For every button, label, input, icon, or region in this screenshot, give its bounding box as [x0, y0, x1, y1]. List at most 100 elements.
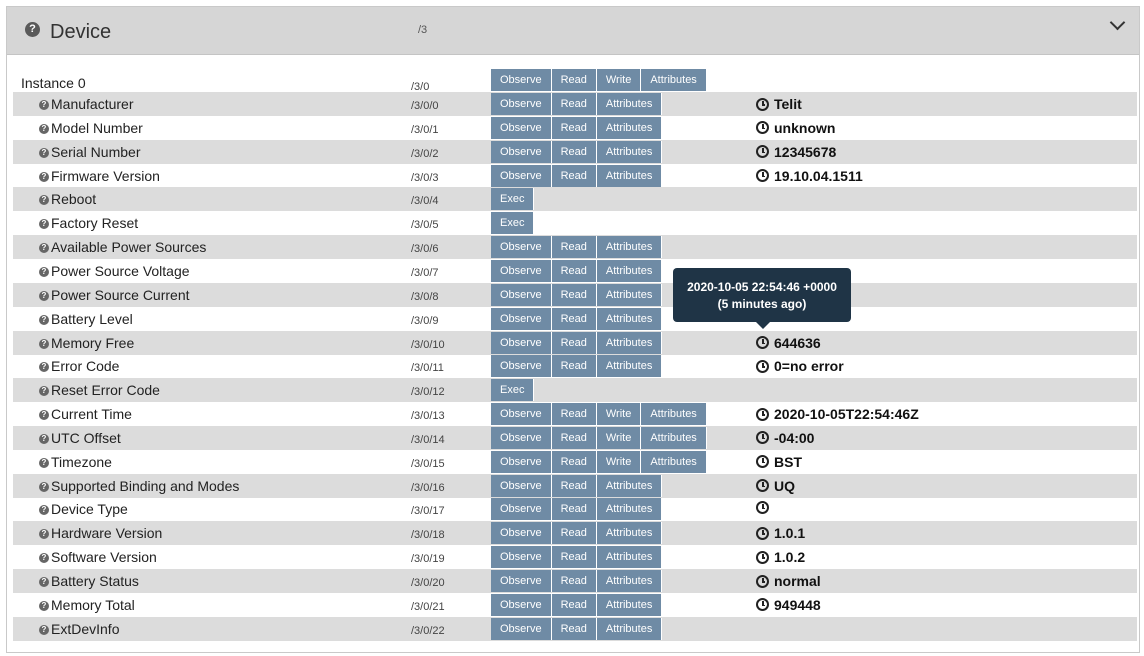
help-icon[interactable]: ?	[39, 577, 49, 587]
observe-button[interactable]: Observe	[491, 259, 552, 282]
attributes-button[interactable]: Attributes	[641, 450, 707, 473]
attributes-button[interactable]: Attributes	[596, 593, 663, 616]
clock-icon[interactable]	[756, 145, 769, 159]
attributes-button[interactable]: Attributes	[596, 283, 663, 306]
observe-button[interactable]: Observe	[491, 236, 552, 259]
observe-button[interactable]: Observe	[491, 283, 552, 306]
attributes-button[interactable]: Attributes	[596, 498, 663, 521]
help-icon[interactable]: ?	[39, 219, 49, 230]
attributes-button[interactable]: Attributes	[596, 522, 663, 545]
read-button[interactable]: Read	[551, 426, 597, 449]
observe-button[interactable]: Observe	[491, 522, 552, 545]
attributes-button[interactable]: Attributes	[641, 403, 707, 426]
attributes-button[interactable]: Attributes	[596, 617, 663, 640]
help-icon[interactable]: ?	[39, 529, 49, 540]
clock-icon[interactable]	[756, 407, 769, 421]
observe-button[interactable]: Observe	[491, 498, 552, 521]
object-header[interactable]: ? Device /3	[7, 7, 1139, 55]
help-icon[interactable]: ?	[39, 314, 49, 325]
instance-read-button[interactable]: Read	[551, 69, 597, 91]
observe-button[interactable]: Observe	[491, 593, 552, 616]
read-button[interactable]: Read	[551, 93, 597, 115]
observe-button[interactable]: Observe	[491, 331, 552, 354]
exec-button[interactable]: Exec	[491, 379, 535, 402]
attributes-button[interactable]: Attributes	[596, 546, 663, 569]
help-icon[interactable]: ?	[39, 290, 49, 301]
help-icon[interactable]: ?	[39, 171, 49, 182]
read-button[interactable]: Read	[551, 355, 597, 378]
observe-button[interactable]: Observe	[491, 617, 552, 640]
read-button[interactable]: Read	[551, 116, 597, 139]
observe-button[interactable]: Observe	[491, 164, 552, 187]
attributes-button[interactable]: Attributes	[641, 426, 707, 449]
help-icon[interactable]: ?	[39, 243, 49, 254]
help-icon[interactable]: ?	[39, 553, 49, 564]
clock-icon[interactable]	[756, 359, 769, 373]
observe-button[interactable]: Observe	[491, 307, 552, 330]
attributes-button[interactable]: Attributes	[596, 474, 663, 497]
attributes-button[interactable]: Attributes	[596, 140, 663, 163]
clock-icon[interactable]	[756, 574, 769, 588]
read-button[interactable]: Read	[551, 236, 597, 259]
instance-attributes-button[interactable]: Attributes	[641, 69, 707, 91]
help-icon[interactable]: ?	[25, 22, 40, 37]
attributes-button[interactable]: Attributes	[596, 331, 663, 354]
clock-icon[interactable]	[756, 479, 769, 493]
clock-icon[interactable]	[756, 598, 769, 612]
help-icon[interactable]: ?	[39, 481, 49, 492]
help-icon[interactable]: ?	[39, 338, 49, 349]
exec-button[interactable]: Exec	[491, 188, 535, 211]
clock-icon[interactable]	[756, 431, 769, 445]
help-icon[interactable]: ?	[39, 195, 49, 206]
attributes-button[interactable]: Attributes	[596, 259, 663, 282]
help-icon[interactable]: ?	[39, 266, 49, 277]
attributes-button[interactable]: Attributes	[596, 93, 663, 115]
observe-button[interactable]: Observe	[491, 426, 552, 449]
observe-button[interactable]: Observe	[491, 546, 552, 569]
read-button[interactable]: Read	[551, 403, 597, 426]
read-button[interactable]: Read	[551, 474, 597, 497]
help-icon[interactable]: ?	[39, 100, 49, 110]
clock-icon[interactable]	[756, 336, 769, 349]
help-icon[interactable]: ?	[39, 600, 49, 611]
help-icon[interactable]: ?	[39, 505, 49, 516]
observe-button[interactable]: Observe	[491, 140, 552, 163]
clock-icon[interactable]	[756, 526, 769, 540]
read-button[interactable]: Read	[551, 593, 597, 616]
read-button[interactable]: Read	[551, 331, 597, 354]
read-button[interactable]: Read	[551, 450, 597, 473]
attributes-button[interactable]: Attributes	[596, 355, 663, 378]
write-button[interactable]: Write	[596, 403, 642, 426]
read-button[interactable]: Read	[551, 498, 597, 521]
clock-icon[interactable]	[756, 455, 769, 469]
observe-button[interactable]: Observe	[491, 403, 552, 426]
read-button[interactable]: Read	[551, 259, 597, 282]
help-icon[interactable]: ?	[39, 123, 49, 134]
read-button[interactable]: Read	[551, 570, 597, 592]
chevron-down-icon[interactable]	[1109, 14, 1126, 31]
help-icon[interactable]: ?	[39, 433, 49, 444]
observe-button[interactable]: Observe	[491, 93, 552, 115]
clock-icon[interactable]	[756, 97, 769, 111]
read-button[interactable]: Read	[551, 522, 597, 545]
write-button[interactable]: Write	[596, 450, 642, 473]
clock-icon[interactable]	[756, 501, 769, 515]
exec-button[interactable]: Exec	[491, 212, 535, 235]
write-button[interactable]: Write	[596, 426, 642, 449]
read-button[interactable]: Read	[551, 283, 597, 306]
observe-button[interactable]: Observe	[491, 355, 552, 378]
clock-icon[interactable]	[756, 550, 769, 564]
read-button[interactable]: Read	[551, 140, 597, 163]
attributes-button[interactable]: Attributes	[596, 236, 663, 259]
attributes-button[interactable]: Attributes	[596, 570, 663, 592]
help-icon[interactable]: ?	[39, 362, 49, 373]
read-button[interactable]: Read	[551, 164, 597, 187]
instance-write-button[interactable]: Write	[596, 69, 642, 91]
attributes-button[interactable]: Attributes	[596, 164, 663, 187]
read-button[interactable]: Read	[551, 546, 597, 569]
attributes-button[interactable]: Attributes	[596, 307, 663, 330]
observe-button[interactable]: Observe	[491, 570, 552, 592]
attributes-button[interactable]: Attributes	[596, 116, 663, 139]
read-button[interactable]: Read	[551, 307, 597, 330]
help-icon[interactable]: ?	[39, 624, 49, 635]
